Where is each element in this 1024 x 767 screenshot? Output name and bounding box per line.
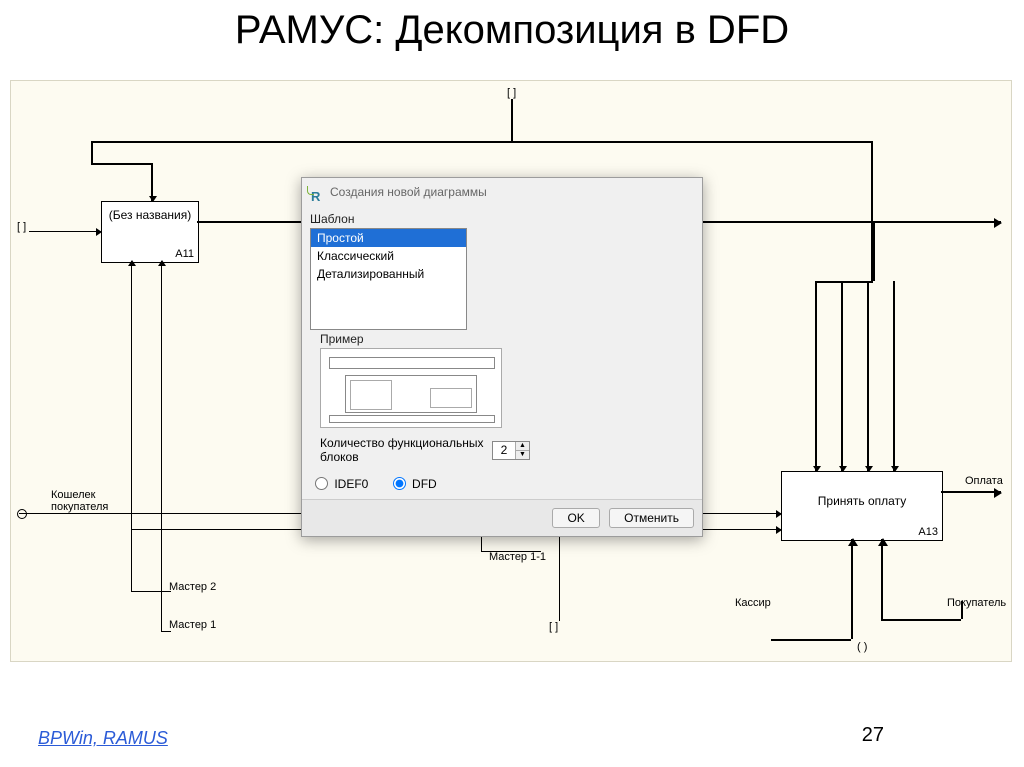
footer-link[interactable]: BPWin, RAMUS: [38, 728, 168, 749]
dialog-title: Создания новой диаграммы: [330, 178, 487, 206]
spinner-up-icon[interactable]: ▲: [515, 442, 529, 451]
block-index: A11: [175, 248, 194, 260]
page-number: 27: [862, 724, 884, 747]
block-title: (Без названия): [102, 208, 198, 222]
radio-idef0-input[interactable]: [315, 477, 328, 490]
new-diagram-dialog[interactable]: Создания новой диаграммы Шаблон Простой …: [301, 177, 703, 537]
spinner-down-icon[interactable]: ▼: [515, 451, 529, 459]
block-count-spinner[interactable]: ▲ ▼: [492, 441, 530, 460]
label-master11: Мастер 1-1: [489, 551, 546, 563]
label-master2: Мастер 2: [169, 581, 216, 593]
ok-button[interactable]: OK: [552, 508, 599, 528]
example-label: Пример: [320, 330, 530, 348]
block-a13[interactable]: Принять оплату A13: [781, 471, 943, 541]
tunnel-bracket: [ ]: [507, 87, 516, 99]
app-icon: [308, 184, 324, 200]
radio-idef0[interactable]: IDEF0: [310, 477, 372, 491]
radio-dfd-label: DFD: [412, 477, 437, 491]
block-count-input[interactable]: [493, 442, 515, 459]
block-a11[interactable]: (Без названия) A11: [101, 201, 199, 263]
template-listbox[interactable]: Простой Классический Детализированный: [310, 228, 467, 330]
template-option[interactable]: Классический: [311, 247, 466, 265]
radio-dfd-input[interactable]: [393, 477, 406, 490]
radio-idef0-label: IDEF0: [334, 477, 368, 491]
block-index: A13: [918, 526, 938, 538]
template-option[interactable]: Простой: [311, 229, 466, 247]
template-option[interactable]: Детализированный: [311, 265, 466, 283]
label-cashier: Кассир: [735, 597, 771, 609]
label-wallet: Кошелек покупателя: [51, 489, 108, 513]
radio-dfd[interactable]: DFD: [388, 477, 437, 491]
block-count-label: Количество функциональных блоков: [320, 436, 486, 464]
label-master1: Мастер 1: [169, 619, 216, 631]
label-payment: Оплата: [965, 475, 1003, 487]
block-title: Принять оплату: [782, 494, 942, 508]
template-preview: [320, 348, 502, 428]
cancel-button[interactable]: Отменить: [609, 508, 694, 528]
tunnel-bracket: ( ): [857, 641, 867, 653]
label-buyer: Покупатель: [947, 597, 1006, 609]
template-label: Шаблон: [310, 210, 472, 228]
tunnel-bracket: [ ]: [549, 621, 558, 633]
dialog-titlebar[interactable]: Создания новой диаграммы: [302, 178, 702, 206]
diagram-canvas: [ ] [ ] [ ] ( ) (Без названия) A11 A12 П…: [10, 80, 1012, 662]
slide-title: РАМУС: Декомпозиция в DFD: [0, 8, 1024, 53]
tunnel-bracket: [ ]: [17, 221, 26, 233]
